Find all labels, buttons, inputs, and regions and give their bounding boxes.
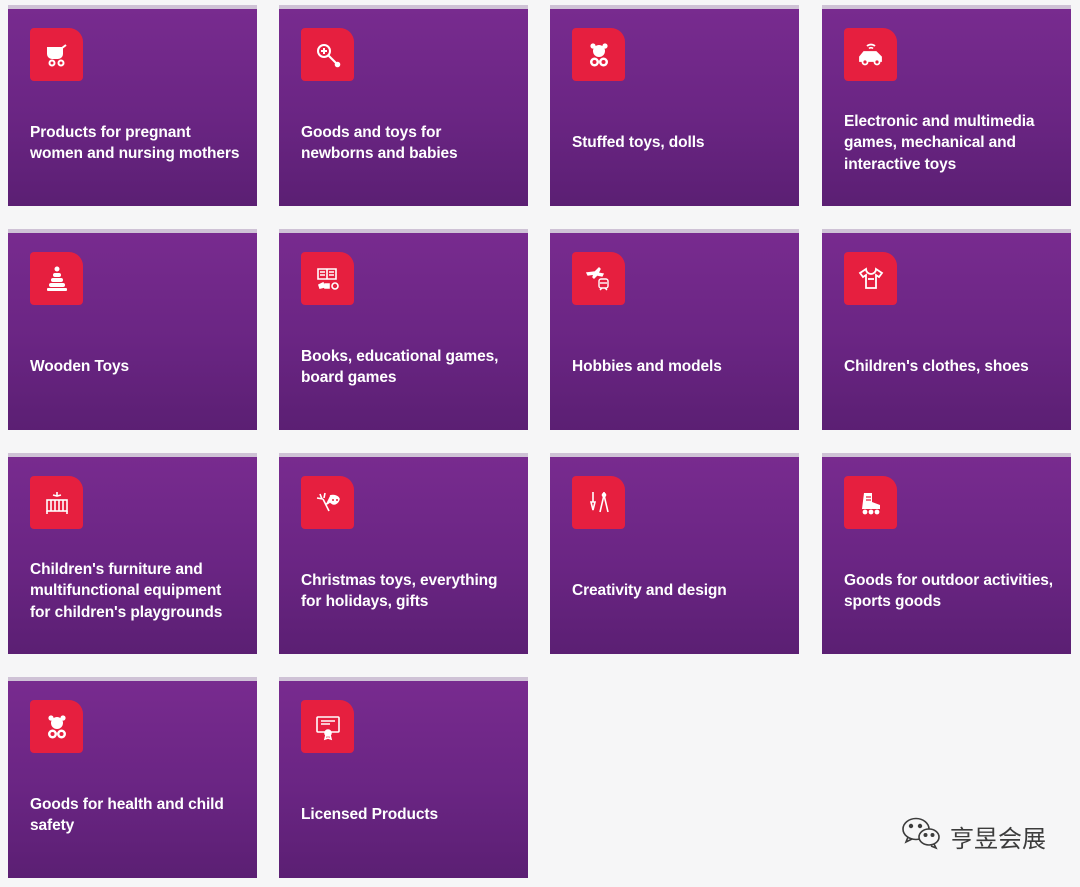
- category-card-creativity-design[interactable]: Creativity and design: [550, 453, 799, 654]
- category-label: Stuffed toys, dolls: [572, 134, 705, 152]
- category-grid: Products for pregnant women and nursing …: [0, 0, 1080, 887]
- stroller-icon: [30, 28, 83, 81]
- brush-compass-icon: [572, 476, 625, 529]
- bear-shield-icon: [30, 700, 83, 753]
- category-card-furniture-playgrounds[interactable]: Children's furniture and multifunctional…: [8, 453, 257, 654]
- category-card-health-safety[interactable]: Goods for health and child safety: [8, 677, 257, 878]
- teddy-bear-icon: [572, 28, 625, 81]
- plane-train-icon: [572, 252, 625, 305]
- category-card-pregnant-nursing[interactable]: Products for pregnant women and nursing …: [8, 5, 257, 206]
- crib-icon: [30, 476, 83, 529]
- category-card-stuffed-toys[interactable]: Stuffed toys, dolls: [550, 5, 799, 206]
- watermark: 亨昱会展: [900, 815, 1046, 857]
- party-mask-icon: [301, 476, 354, 529]
- category-label: Products for pregnant women and nursing …: [30, 123, 240, 163]
- category-card-clothes-shoes[interactable]: Children's clothes, shoes: [822, 229, 1071, 430]
- roller-skate-icon: [844, 476, 897, 529]
- category-label: Children's furniture and multifunctional…: [30, 560, 223, 621]
- category-label: Children's clothes, shoes: [844, 358, 1029, 376]
- category-card-electronic-games[interactable]: Electronic and multimedia games, mechani…: [822, 5, 1071, 206]
- category-card-newborns-babies[interactable]: Goods and toys for newborns and babies: [279, 5, 528, 206]
- category-card-licensed-products[interactable]: Licensed Products: [279, 677, 528, 878]
- category-card-books-games[interactable]: Books, educational games, board games: [279, 229, 528, 430]
- watermark-text: 亨昱会展: [950, 824, 1046, 853]
- category-label: Creativity and design: [572, 582, 727, 600]
- category-card-outdoor-sports[interactable]: Goods for outdoor activities, sports goo…: [822, 453, 1071, 654]
- category-label: Wooden Toys: [30, 358, 130, 376]
- rattle-icon: [301, 28, 354, 81]
- tshirt-icon: [844, 252, 897, 305]
- category-label: Books, educational games, board games: [301, 347, 499, 387]
- category-card-wooden-toys[interactable]: Wooden Toys: [8, 229, 257, 430]
- category-card-hobbies-models[interactable]: Hobbies and models: [550, 229, 799, 430]
- category-label: Goods and toys for newborns and babies: [301, 123, 458, 163]
- category-label: Hobbies and models: [572, 358, 722, 376]
- stacking-pyramid-icon: [30, 252, 83, 305]
- category-label: Goods for outdoor activities, sports goo…: [844, 571, 1053, 611]
- book-puzzle-icon: [301, 252, 354, 305]
- category-label: Licensed Products: [301, 806, 438, 824]
- category-card-christmas-holidays[interactable]: Christmas toys, everything for holidays,…: [279, 453, 528, 654]
- category-label: Goods for health and child safety: [30, 795, 224, 835]
- category-label: Christmas toys, everything for holidays,…: [301, 571, 498, 611]
- rc-car-icon: [844, 28, 897, 81]
- wechat-icon: [900, 815, 942, 857]
- certificate-icon: [301, 700, 354, 753]
- category-label: Electronic and multimedia games, mechani…: [844, 112, 1035, 173]
